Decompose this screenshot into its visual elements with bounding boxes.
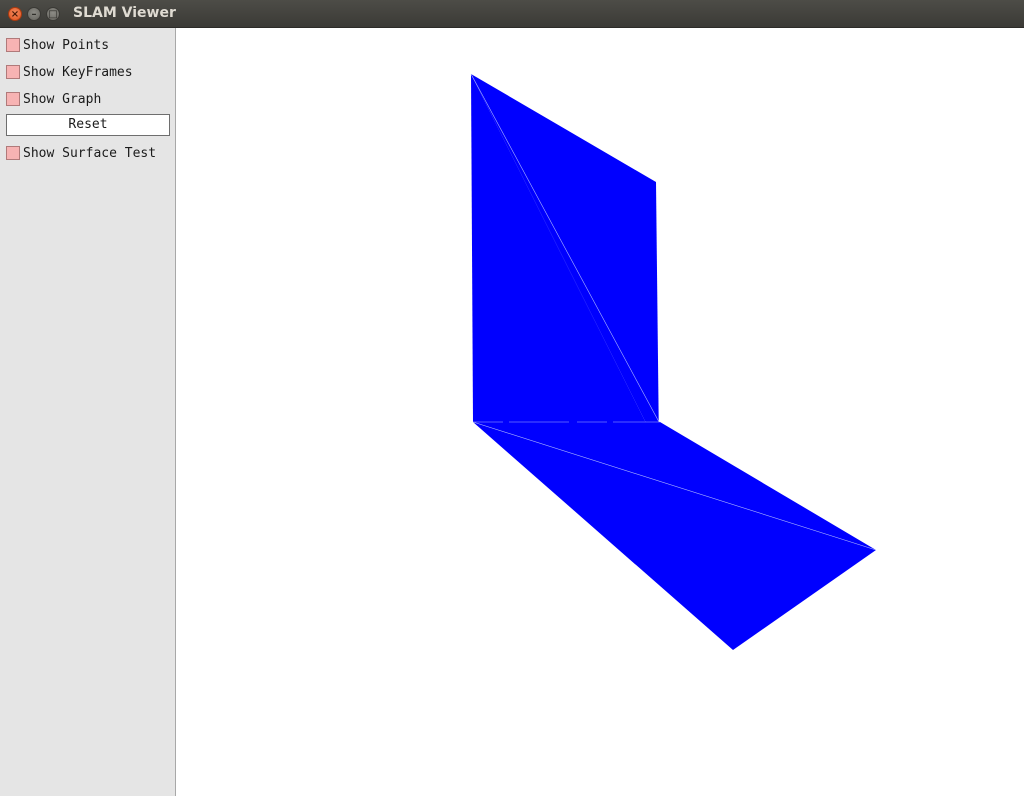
maximize-icon[interactable]: □ — [46, 7, 60, 21]
control-panel: Show Points Show KeyFrames Show Graph Re… — [0, 28, 176, 796]
show-graph-label: Show Graph — [23, 91, 102, 107]
show-graph-toggle[interactable]: Show Graph — [6, 90, 101, 108]
show-points-checkbox[interactable] — [6, 38, 20, 52]
show-keyframes-toggle[interactable]: Show KeyFrames — [6, 63, 133, 81]
surface-mesh-render — [470, 73, 877, 650]
show-graph-checkbox[interactable] — [6, 92, 20, 106]
close-icon[interactable]: × — [8, 7, 22, 21]
show-surface-test-label: Show Surface Test — [23, 145, 157, 161]
show-keyframes-label: Show KeyFrames — [23, 64, 133, 80]
window-title: SLAM Viewer — [73, 5, 176, 21]
minimize-icon[interactable]: – — [27, 7, 41, 21]
3d-viewport[interactable] — [176, 28, 1024, 796]
show-surface-test-toggle[interactable]: Show Surface Test — [6, 144, 156, 162]
window-titlebar[interactable]: × – □ SLAM Viewer — [0, 0, 1024, 28]
reset-button[interactable]: Reset — [6, 114, 170, 136]
show-surface-test-checkbox[interactable] — [6, 146, 20, 160]
show-keyframes-checkbox[interactable] — [6, 65, 20, 79]
show-points-toggle[interactable]: Show Points — [6, 36, 109, 54]
slam-viewer-window: × – □ SLAM Viewer Show Points Show KeyFr… — [0, 0, 1024, 796]
show-points-label: Show Points — [23, 37, 110, 53]
